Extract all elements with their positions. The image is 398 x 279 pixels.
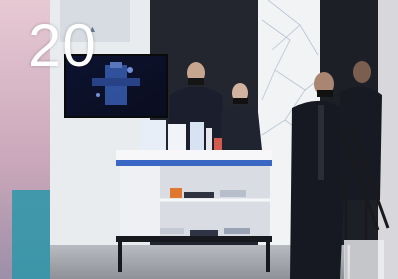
cup [214, 138, 222, 150]
counter-blue-strip [116, 160, 272, 166]
brochure-stand-2 [168, 124, 186, 150]
brochure-orange [170, 188, 182, 198]
brochure-bottom-1 [160, 228, 184, 234]
bottle [206, 128, 212, 150]
counter-leg-right [266, 236, 270, 272]
brochure-dark-1 [184, 192, 214, 198]
brochure-stand-1 [140, 120, 166, 150]
counter-left-panel [120, 166, 160, 236]
brochure-light-1 [220, 190, 246, 197]
slide-number: 20 [28, 12, 97, 79]
counter-top [116, 150, 272, 160]
counter-leg-left [118, 236, 122, 272]
stair-steps [344, 240, 384, 279]
brochure-bottom-2 [190, 230, 218, 236]
photo-frame: ▲ 20 [0, 0, 398, 279]
left-pillar-teal-base [12, 190, 50, 279]
brochure-bottom-3 [224, 228, 250, 234]
counter-base-frame [116, 236, 272, 242]
brochure-stand-3 [190, 122, 204, 150]
